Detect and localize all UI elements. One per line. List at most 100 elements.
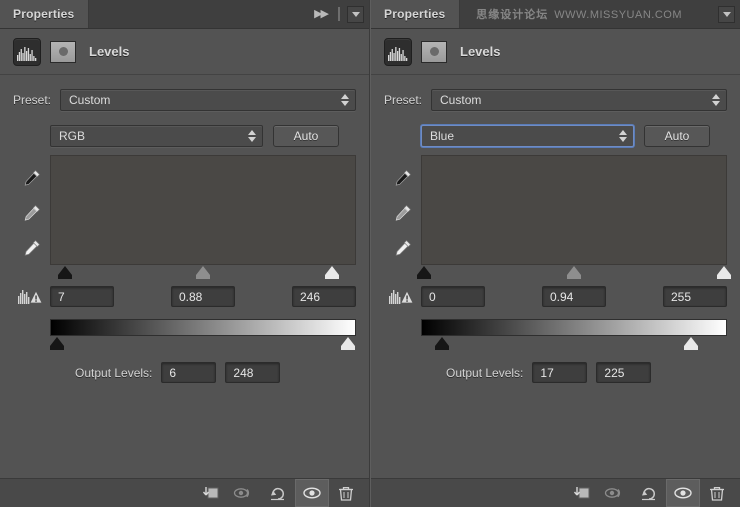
- view-previous-state-icon[interactable]: [227, 479, 261, 507]
- histogram-column-right: [417, 155, 731, 280]
- tab-properties-right[interactable]: Properties: [371, 0, 461, 28]
- output-levels-row-right: Output Levels: 17 225: [384, 351, 727, 383]
- input-shadow-field[interactable]: 7: [50, 286, 114, 307]
- set-white-point-eyedropper-icon[interactable]: [21, 237, 43, 259]
- channel-stepper-icon[interactable]: [619, 130, 627, 142]
- set-gray-point-eyedropper-icon[interactable]: [21, 202, 43, 224]
- input-highlight-field[interactable]: 246: [292, 286, 356, 307]
- preset-row-right: Preset: Custom: [384, 75, 727, 111]
- output-shadow-slider[interactable]: [50, 337, 65, 350]
- channel-value: RGB: [59, 129, 86, 143]
- properties-panel-right: Properties 思缘设计论坛 WWW.MISSYUAN.COM Level…: [370, 0, 740, 507]
- auto-label: Auto: [664, 129, 690, 143]
- output-shadow-field[interactable]: 6: [161, 362, 217, 383]
- eyedropper-group-left: [13, 155, 50, 280]
- output-slider-track-right[interactable]: [421, 337, 727, 351]
- preset-value: Custom: [440, 93, 482, 107]
- input-midtone-field[interactable]: 0.88: [171, 286, 235, 307]
- output-levels-label: Output Levels:: [446, 365, 524, 380]
- output-gradient-bar-right: [421, 319, 727, 336]
- clip-to-layer-icon[interactable]: [193, 479, 227, 507]
- set-black-point-eyedropper-icon[interactable]: [392, 167, 414, 189]
- input-level-fields-left: 7 0.88 246: [50, 286, 356, 307]
- output-shadow-slider[interactable]: [434, 337, 449, 350]
- input-slider-track-left[interactable]: [50, 266, 356, 280]
- output-slider-track-left[interactable]: [50, 337, 356, 351]
- input-highlight-slider[interactable]: [324, 266, 339, 279]
- adjustment-title-right: Levels: [460, 44, 501, 59]
- input-highlight-field[interactable]: 255: [663, 286, 727, 307]
- panel-menu-arrow-icon[interactable]: [718, 5, 735, 23]
- output-levels-label: Output Levels:: [75, 365, 153, 380]
- panel-grip-icon: [338, 7, 340, 21]
- output-highlight-field[interactable]: 248: [225, 362, 281, 383]
- input-shadow-field[interactable]: 0: [421, 286, 485, 307]
- toggle-layer-visibility-icon[interactable]: [666, 479, 700, 507]
- set-white-point-eyedropper-icon[interactable]: [392, 237, 414, 259]
- view-previous-state-icon[interactable]: [598, 479, 632, 507]
- reset-adjustment-icon[interactable]: [261, 479, 295, 507]
- auto-button-right[interactable]: Auto: [644, 125, 710, 147]
- histogram-block-left: [13, 147, 356, 280]
- tab-properties-left[interactable]: Properties: [0, 0, 90, 28]
- auto-button-left[interactable]: Auto: [273, 125, 339, 147]
- histogram-warning-icon[interactable]: [13, 288, 50, 306]
- channel-select-right[interactable]: Blue: [421, 125, 634, 147]
- double-chevron-right-icon[interactable]: ▶▶: [310, 8, 331, 20]
- adjustment-header-right: Levels: [371, 29, 740, 75]
- site-watermark: 思缘设计论坛 WWW.MISSYUAN.COM: [476, 6, 682, 22]
- input-shadow-slider[interactable]: [417, 266, 432, 279]
- channel-value: Blue: [430, 129, 455, 143]
- preset-select-left[interactable]: Custom: [60, 89, 356, 111]
- toggle-layer-visibility-icon[interactable]: [295, 479, 329, 507]
- output-gradient-bar-left: [50, 319, 356, 336]
- preset-row-left: Preset: Custom: [13, 75, 356, 111]
- preset-select-right[interactable]: Custom: [431, 89, 727, 111]
- channel-row-left: RGB Auto: [13, 111, 356, 147]
- levels-histogram-icon[interactable]: [384, 37, 412, 66]
- panel-tabbar-right: Properties 思缘设计论坛 WWW.MISSYUAN.COM: [371, 0, 740, 29]
- output-gradient-block-right: [384, 307, 727, 351]
- panel-body-left: Preset: Custom RGB Auto 7 0.88 246 Outpu…: [0, 75, 369, 478]
- mask-dot: [429, 47, 439, 56]
- histogram-column-left: [50, 155, 356, 280]
- input-shadow-slider[interactable]: [58, 266, 73, 279]
- levels-histogram-icon[interactable]: [13, 37, 41, 66]
- tab-label: Properties: [13, 7, 75, 21]
- tabbar-tools-left: ▶▶: [310, 0, 369, 28]
- watermark-cn-text: 思缘设计论坛: [476, 9, 549, 21]
- auto-label: Auto: [293, 129, 319, 143]
- panel-menu-arrow-icon[interactable]: [347, 5, 364, 23]
- adjustment-title-left: Levels: [89, 44, 130, 59]
- preset-label: Preset:: [384, 93, 423, 107]
- input-midtone-slider[interactable]: [567, 266, 581, 279]
- output-highlight-field[interactable]: 225: [596, 362, 652, 383]
- preset-label: Preset:: [13, 93, 52, 107]
- layer-mask-thumbnail-icon[interactable]: [421, 40, 447, 63]
- delete-adjustment-layer-icon[interactable]: [329, 479, 363, 507]
- layer-mask-thumbnail-icon[interactable]: [50, 40, 76, 63]
- input-slider-track-right[interactable]: [417, 266, 731, 280]
- delete-adjustment-layer-icon[interactable]: [700, 479, 734, 507]
- histogram-warning-icon[interactable]: [384, 288, 421, 306]
- preset-stepper-icon[interactable]: [712, 94, 720, 106]
- input-highlight-slider[interactable]: [716, 266, 731, 279]
- channel-stepper-icon[interactable]: [248, 130, 256, 142]
- panel-toolbar-left: [0, 478, 369, 507]
- output-shadow-field[interactable]: 17: [532, 362, 588, 383]
- channel-select-left[interactable]: RGB: [50, 125, 263, 147]
- properties-panel-left: Properties ▶▶ Levels Preset: Custom RGB …: [0, 0, 370, 507]
- clip-to-layer-icon[interactable]: [564, 479, 598, 507]
- reset-adjustment-icon[interactable]: [632, 479, 666, 507]
- output-gradient-block-left: [13, 307, 356, 351]
- output-highlight-slider[interactable]: [683, 337, 698, 350]
- output-highlight-slider[interactable]: [340, 337, 355, 350]
- input-midtone-slider[interactable]: [196, 266, 210, 279]
- histogram-display-left: [50, 155, 356, 265]
- mask-dot: [58, 47, 68, 56]
- set-gray-point-eyedropper-icon[interactable]: [392, 202, 414, 224]
- preset-stepper-icon[interactable]: [341, 94, 349, 106]
- input-midtone-field[interactable]: 0.94: [542, 286, 606, 307]
- set-black-point-eyedropper-icon[interactable]: [21, 167, 43, 189]
- input-levels-row-right: 0 0.94 255: [384, 280, 727, 307]
